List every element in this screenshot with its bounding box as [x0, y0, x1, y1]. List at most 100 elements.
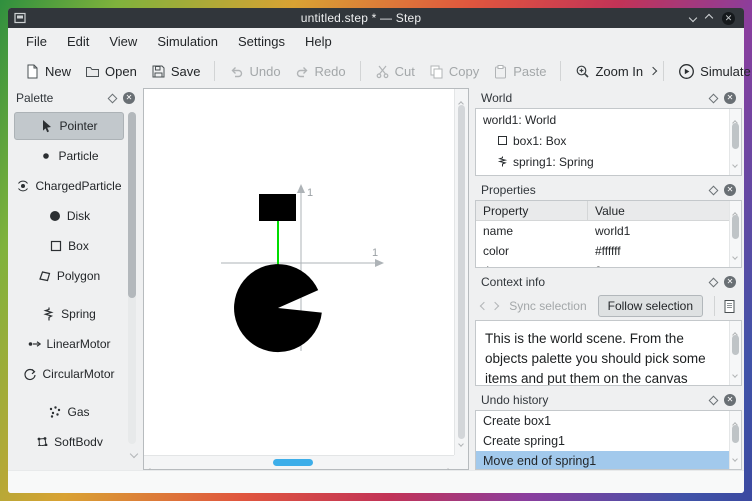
canvas-vscroll-thumb[interactable] [458, 105, 465, 439]
box1-shape[interactable] [259, 194, 296, 221]
copy-button[interactable]: Copy [422, 60, 486, 83]
tree-item-spring1[interactable]: spring1: Spring [476, 151, 741, 172]
spring-icon [497, 156, 508, 167]
back-icon[interactable] [479, 296, 488, 316]
close-panel-icon[interactable]: ✕ [724, 92, 736, 104]
column-property[interactable]: Property [476, 201, 588, 220]
tree-item-box1[interactable]: box1: Box [476, 130, 741, 151]
undo-button[interactable]: Undo [222, 60, 287, 83]
palette-item-pointer[interactable]: Pointer [14, 112, 124, 140]
palette-scroll-down-icon[interactable] [129, 444, 139, 462]
palette-item-spring[interactable]: Spring [14, 300, 124, 328]
cut-label: Cut [394, 63, 415, 79]
property-row-name[interactable]: name world1 [476, 221, 741, 241]
forward-icon[interactable] [490, 296, 499, 316]
property-row-time[interactable]: time 0 s [476, 261, 741, 267]
circular-motor-icon [23, 367, 37, 381]
tree-item-world1[interactable]: world1: World [476, 109, 741, 130]
menu-help[interactable]: Help [295, 31, 342, 52]
undo-item-create-spring1[interactable]: Create spring1 [476, 431, 741, 451]
maximize-icon[interactable] [704, 13, 714, 23]
palette-item-label: LinearMotor [46, 337, 111, 351]
world-scrollbar-thumb[interactable] [732, 123, 739, 149]
context-doc-icon[interactable] [722, 299, 737, 314]
palette-item-particle[interactable]: Particle [14, 142, 124, 170]
redo-button[interactable]: Redo [288, 60, 353, 83]
scroll-down-icon[interactable] [732, 154, 738, 172]
scroll-down-icon[interactable] [458, 433, 464, 451]
tree-item-label: box1: Box [513, 133, 567, 148]
palette-item-chargedparticle[interactable]: ChargedParticle [14, 172, 124, 200]
linear-motor-icon [27, 337, 42, 351]
menu-edit[interactable]: Edit [57, 31, 99, 52]
scene-canvas[interactable]: 1 1 [143, 88, 469, 474]
undo-item-create-box1[interactable]: Create box1 [476, 411, 741, 431]
cut-button[interactable]: Cut [368, 60, 422, 83]
paste-button[interactable]: Paste [486, 60, 553, 83]
sync-selection-button[interactable]: Sync selection [502, 295, 593, 317]
palette-panel: Palette ✕ Pointer Particle ChargedPartic… [10, 88, 141, 470]
palette-item-disk[interactable]: Disk [14, 202, 124, 230]
save-button[interactable]: Save [144, 60, 208, 83]
step-window: untitled.step * — Step ✕ File Edit View … [8, 8, 751, 493]
menu-view[interactable]: View [99, 31, 147, 52]
pointer-icon [40, 119, 54, 133]
menu-settings[interactable]: Settings [228, 31, 295, 52]
undo-item-move-end-of-spring1[interactable]: Move end of spring1 [476, 451, 741, 469]
open-button[interactable]: Open [78, 60, 144, 83]
toolbar-separator [359, 61, 361, 81]
canvas-hscroll-thumb[interactable] [273, 459, 313, 466]
palette-item-polygon[interactable]: Polygon [14, 262, 124, 290]
disk-shape[interactable] [234, 264, 322, 353]
zoom-in-button[interactable]: Zoom In [568, 60, 650, 83]
world-tree: world1: World box1: Box spring1: Spring [475, 108, 742, 176]
menu-file[interactable]: File [16, 31, 57, 52]
properties-scrollbar[interactable] [729, 201, 741, 267]
float-icon[interactable] [708, 395, 719, 405]
undo-history-header: Undo history ✕ [475, 390, 742, 410]
float-icon[interactable] [708, 93, 719, 103]
new-icon [25, 64, 40, 79]
property-row-color[interactable]: color #ffffff [476, 241, 741, 261]
follow-selection-button[interactable]: Follow selection [597, 295, 703, 317]
toolbar-overflow-icon[interactable] [648, 61, 658, 81]
toolbar-separator [560, 61, 562, 81]
simulate-label: Simulate [700, 63, 751, 79]
titlebar[interactable]: untitled.step * — Step ✕ [8, 8, 744, 28]
minimize-icon[interactable] [688, 13, 698, 23]
property-value: 0 s [588, 264, 741, 267]
scroll-down-icon[interactable] [732, 448, 738, 466]
palette-scrollbar-thumb[interactable] [128, 112, 136, 298]
simulate-button[interactable]: Simulate [671, 59, 752, 84]
palette-item-circularmotor[interactable]: CircularMotor [14, 360, 124, 388]
float-icon[interactable] [107, 93, 118, 103]
palette-scrollbar[interactable] [128, 112, 136, 444]
close-panel-icon[interactable]: ✕ [123, 92, 135, 104]
undo-scrollbar-thumb[interactable] [732, 425, 739, 443]
float-icon[interactable] [708, 277, 719, 287]
close-panel-icon[interactable]: ✕ [724, 276, 736, 288]
palette-item-gas[interactable]: Gas [14, 398, 124, 426]
redo-label: Redo [314, 63, 346, 79]
scroll-down-icon[interactable] [732, 364, 738, 382]
world-panel: World ✕ world1: World box1: Box spring1:… [475, 88, 742, 176]
palette-item-linearmotor[interactable]: LinearMotor [14, 330, 124, 358]
properties-scrollbar-thumb[interactable] [732, 215, 739, 239]
canvas-vertical-scrollbar[interactable] [454, 89, 468, 455]
palette-item-box[interactable]: Box [14, 232, 124, 260]
world-scrollbar[interactable] [729, 109, 741, 175]
close-panel-icon[interactable]: ✕ [724, 184, 736, 196]
new-button[interactable]: New [18, 60, 78, 83]
undo-scrollbar[interactable] [729, 411, 741, 469]
palette-item-softbody[interactable]: SoftBody [14, 428, 124, 446]
close-panel-icon[interactable]: ✕ [724, 394, 736, 406]
menu-simulation[interactable]: Simulation [147, 31, 228, 52]
property-value: #ffffff [595, 244, 621, 258]
context-scrollbar[interactable] [729, 321, 741, 385]
context-scrollbar-thumb[interactable] [732, 335, 739, 355]
scroll-down-icon[interactable] [732, 246, 738, 264]
canvas-horizontal-scrollbar[interactable] [144, 455, 454, 474]
close-icon[interactable]: ✕ [722, 11, 735, 25]
column-value[interactable]: Value [588, 204, 741, 218]
float-icon[interactable] [708, 185, 719, 195]
